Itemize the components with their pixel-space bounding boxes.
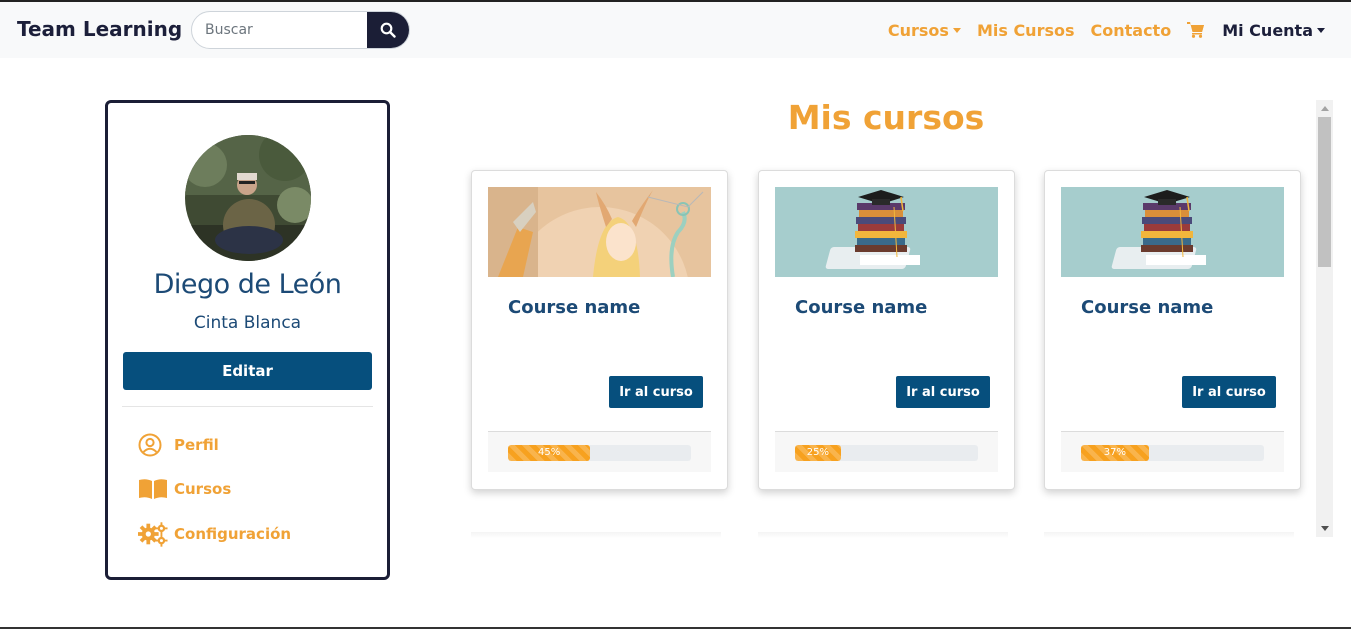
course-image (488, 187, 711, 277)
shopping-cart-icon (1187, 22, 1205, 38)
course-card-next-row (758, 532, 1008, 538)
course-name: Course name (508, 297, 641, 318)
avatar (185, 135, 311, 261)
edit-profile-button[interactable]: Editar (123, 352, 372, 390)
scroll-up-arrow-icon[interactable] (1321, 106, 1329, 111)
progress-fill: 37% (1081, 445, 1149, 461)
progress-bar: 25% (795, 445, 978, 461)
card-footer: 45% (488, 431, 711, 472)
search-icon (380, 22, 396, 38)
card-footer: 37% (1061, 431, 1284, 472)
sidebar-item-cursos[interactable]: Cursos (138, 478, 231, 500)
course-card: Course name Ir al curso 45% (471, 170, 728, 490)
account-dropdown[interactable]: Mi Cuenta (1222, 21, 1325, 40)
chevron-down-icon (1317, 27, 1325, 33)
scroll-down-arrow-icon[interactable] (1321, 526, 1329, 531)
progress-fill: 25% (795, 445, 841, 461)
nav-mis-cursos[interactable]: Mis Cursos (977, 21, 1075, 40)
open-book-icon (138, 478, 168, 500)
course-card: Course name Ir al curso 37% (1044, 170, 1301, 490)
sidebar-item-label: Perfil (174, 436, 219, 454)
chevron-down-icon (952, 27, 961, 33)
progress-fill: 45% (508, 445, 591, 461)
sidebar-item-configuracion[interactable]: Configuración (138, 521, 291, 547)
account-label: Mi Cuenta (1222, 20, 1313, 40)
go-to-course-button[interactable]: Ir al curso (609, 376, 703, 408)
divider (122, 406, 373, 407)
page-title: Mis cursos (787, 98, 985, 137)
nav-cursos-dropdown[interactable]: Cursos (888, 21, 961, 40)
course-card: Course name Ir al curso 25% (758, 170, 1015, 490)
sidebar-item-label: Configuración (174, 525, 292, 543)
sidebar-item-perfil[interactable]: Perfil (138, 433, 219, 457)
search-form (191, 11, 410, 49)
nav-links: Cursos Mis Cursos Contacto Mi Cuenta (888, 18, 1325, 42)
gears-icon (138, 521, 168, 547)
course-image (1061, 187, 1284, 277)
course-card-next-row (471, 532, 721, 538)
progress-bar: 45% (508, 445, 691, 461)
go-to-course-button[interactable]: Ir al curso (1182, 376, 1276, 408)
cart-link[interactable] (1187, 22, 1205, 38)
nav-cursos-label: Cursos (887, 20, 949, 40)
navbar: Team Learning Cursos Mis Cursos Contacto (0, 2, 1351, 58)
user-circle-icon (138, 433, 168, 457)
go-to-course-button[interactable]: Ir al curso (896, 376, 990, 408)
scrollbar[interactable] (1316, 100, 1333, 537)
profile-card: Diego de León Cinta Blanca Editar Perfil… (105, 100, 390, 580)
progress-bar: 37% (1081, 445, 1264, 461)
course-image (775, 187, 998, 277)
profile-name: Diego de León (153, 269, 342, 300)
card-footer: 25% (775, 431, 998, 472)
nav-contacto[interactable]: Contacto (1091, 21, 1172, 40)
scrollbar-thumb[interactable] (1318, 117, 1331, 267)
course-card-next-row (1044, 532, 1294, 538)
search-button[interactable] (367, 12, 409, 48)
brand-logo[interactable]: Team Learning (17, 17, 182, 41)
course-name: Course name (795, 297, 928, 318)
course-name: Course name (1081, 297, 1214, 318)
search-input[interactable] (192, 12, 370, 48)
profile-rank: Cinta Blanca (193, 313, 302, 333)
sidebar-item-label: Cursos (174, 480, 232, 498)
